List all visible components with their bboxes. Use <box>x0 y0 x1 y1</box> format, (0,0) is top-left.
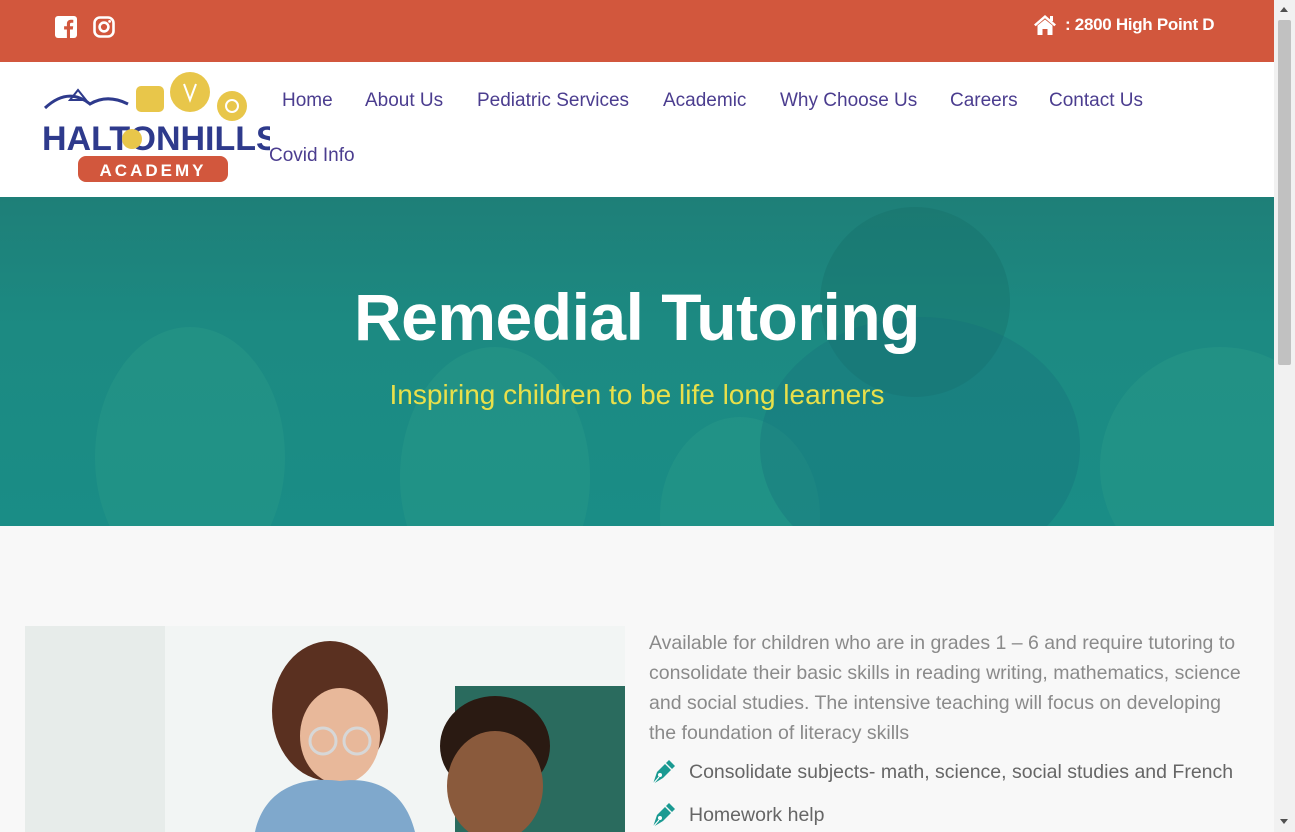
nav-pediatric-services[interactable]: Pediatric Services <box>477 90 629 112</box>
logo-text-halton: HALTONHILLS <box>42 120 270 158</box>
pen-nib-icon <box>652 760 675 785</box>
scroll-up-arrow[interactable] <box>1280 7 1288 12</box>
nav-careers[interactable]: Careers <box>950 90 1018 112</box>
nav-contact-us[interactable]: Contact Us <box>1049 90 1143 112</box>
nav-covid-info[interactable]: Covid Info <box>269 145 355 167</box>
address-text: : 2800 High Point D <box>1065 15 1215 34</box>
instagram-icon[interactable] <box>93 16 115 38</box>
list-item: Consolidate subjects- math, science, soc… <box>649 758 1233 786</box>
nav-home[interactable]: Home <box>282 90 333 112</box>
nav-why-choose-us[interactable]: Why Choose Us <box>780 90 917 112</box>
site-logo[interactable]: HALTONHILLS ACADEMY <box>40 70 270 185</box>
home-icon <box>1034 15 1056 35</box>
tutoring-photo <box>25 626 625 832</box>
list-item: Homework help <box>649 801 824 829</box>
social-links <box>55 16 115 38</box>
hero-subtitle: Inspiring children to be life long learn… <box>389 379 885 410</box>
hero-title: Remedial Tutoring <box>354 280 920 354</box>
logo-text-academy: ACADEMY <box>100 161 207 180</box>
scroll-down-arrow[interactable] <box>1280 819 1288 824</box>
address-info: : 2800 High Point D <box>1033 14 1215 36</box>
program-description: Available for children who are in grades… <box>649 632 1241 744</box>
top-bar: : 2800 High Point D <box>0 0 1274 62</box>
scroll-thumb[interactable] <box>1278 20 1291 365</box>
hero-banner: Remedial Tutoring Inspiring children to … <box>0 197 1274 526</box>
nav-about-us[interactable]: About Us <box>365 90 443 112</box>
bullet-text: Homework help <box>689 803 825 826</box>
bullet-text: Consolidate subjects- math, science, soc… <box>689 760 1234 783</box>
scrollbar[interactable] <box>1274 0 1295 832</box>
pen-nib-icon <box>652 803 675 828</box>
facebook-icon[interactable] <box>55 16 77 38</box>
site-header: HALTONHILLS ACADEMY Home About Us Pediat… <box>0 62 1274 197</box>
nav-academic[interactable]: Academic <box>663 90 746 112</box>
